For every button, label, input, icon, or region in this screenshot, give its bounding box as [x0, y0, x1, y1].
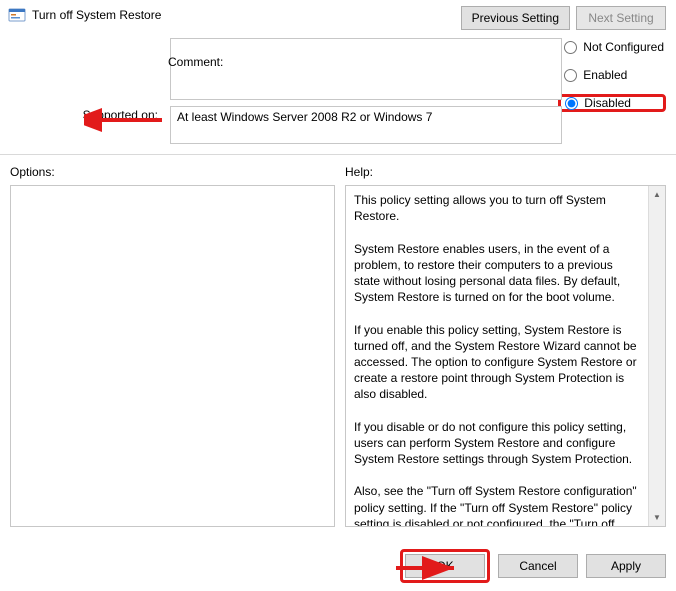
radio-not-configured[interactable]: Not Configured [562, 38, 666, 56]
radio-enabled-label: Enabled [583, 68, 627, 82]
options-label: Options: [10, 165, 335, 185]
help-text: This policy setting allows you to turn o… [346, 186, 648, 526]
radio-disabled-label: Disabled [584, 96, 631, 110]
radio-disabled[interactable]: Disabled [558, 94, 666, 112]
previous-setting-button[interactable]: Previous Setting [461, 6, 570, 30]
scroll-up-icon[interactable]: ▲ [649, 186, 665, 203]
options-box [10, 185, 335, 527]
policy-icon [8, 6, 26, 24]
ok-button[interactable]: OK [405, 554, 485, 578]
comment-textarea[interactable] [170, 38, 562, 100]
scroll-down-icon[interactable]: ▼ [649, 509, 665, 526]
radio-enabled-input[interactable] [564, 69, 577, 82]
supported-on-value: At least Windows Server 2008 R2 or Windo… [170, 106, 562, 144]
radio-enabled[interactable]: Enabled [562, 66, 666, 84]
radio-not-configured-input[interactable] [564, 41, 577, 54]
radio-not-configured-label: Not Configured [583, 40, 664, 54]
apply-button[interactable]: Apply [586, 554, 666, 578]
cancel-button[interactable]: Cancel [498, 554, 578, 578]
supported-on-label: Supported on: [10, 100, 170, 144]
dialog-title: Turn off System Restore [32, 8, 161, 22]
next-setting-button: Next Setting [576, 6, 666, 30]
help-scrollbar[interactable]: ▲ ▼ [648, 186, 665, 526]
comment-label: Comment: [168, 55, 223, 69]
radio-disabled-input[interactable] [565, 97, 578, 110]
help-label: Help: [345, 165, 666, 185]
